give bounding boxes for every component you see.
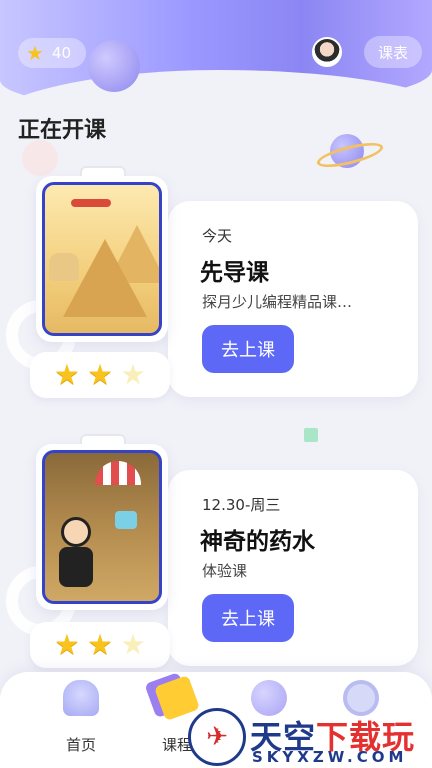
tab-home[interactable]: 首页: [36, 672, 126, 768]
go-to-class-button[interactable]: 去上课: [202, 594, 294, 642]
course-subtitle: 体验课: [202, 562, 248, 580]
course-title: 神奇的药水: [200, 529, 315, 555]
pyramid-scene-image: [42, 182, 162, 336]
course-thumbnail-frame[interactable]: [36, 434, 168, 610]
tab-label: 首页: [65, 736, 96, 754]
watermark-logo-icon: ✈: [188, 708, 246, 766]
course-rating: ★ ★ ★: [30, 622, 170, 668]
section-title: 正在开课: [18, 118, 107, 143]
course-date: 今天: [202, 227, 233, 245]
schedule-button[interactable]: 课表: [364, 36, 422, 68]
star-filled-icon: ★: [54, 628, 80, 661]
dot-decoration: [22, 140, 58, 176]
star-filled-icon: ★: [54, 358, 80, 391]
triangle-decoration-icon: [304, 428, 318, 442]
course-subtitle: 探月少儿编程精品课…: [202, 293, 353, 311]
star-empty-icon: ★: [120, 628, 146, 661]
course-rating: ★ ★ ★: [30, 352, 170, 398]
go-to-class-button[interactable]: 去上课: [202, 325, 294, 373]
star-filled-icon: ★: [87, 358, 113, 391]
watermark-url: SKYXZW.COM: [252, 748, 408, 766]
star-counter[interactable]: ★ 40: [18, 38, 86, 68]
frame-hanger: [80, 434, 126, 444]
star-empty-icon: ★: [120, 358, 146, 391]
course-date: 12.30-周三: [202, 496, 281, 514]
site-watermark: ✈ 天空下载玩 SKYXZW.COM: [186, 706, 432, 768]
potion-scene-image: [42, 450, 162, 604]
star-count: 40: [51, 44, 72, 62]
saturn-decoration-icon: [330, 134, 364, 168]
course-title: 先导课: [200, 260, 269, 286]
course-card[interactable]: 今天 先导课 探月少儿编程精品课… 去上课: [168, 201, 418, 397]
rocket-icon: [63, 680, 99, 716]
frame-hanger: [80, 166, 126, 176]
star-filled-icon: ★: [87, 628, 113, 661]
user-avatar[interactable]: [312, 37, 342, 67]
course-card[interactable]: 12.30-周三 神奇的药水 体验课 去上课: [168, 470, 418, 666]
star-icon: ★: [26, 41, 44, 65]
planet-decoration-icon: [88, 40, 140, 92]
course-thumbnail-frame[interactable]: [36, 166, 168, 342]
